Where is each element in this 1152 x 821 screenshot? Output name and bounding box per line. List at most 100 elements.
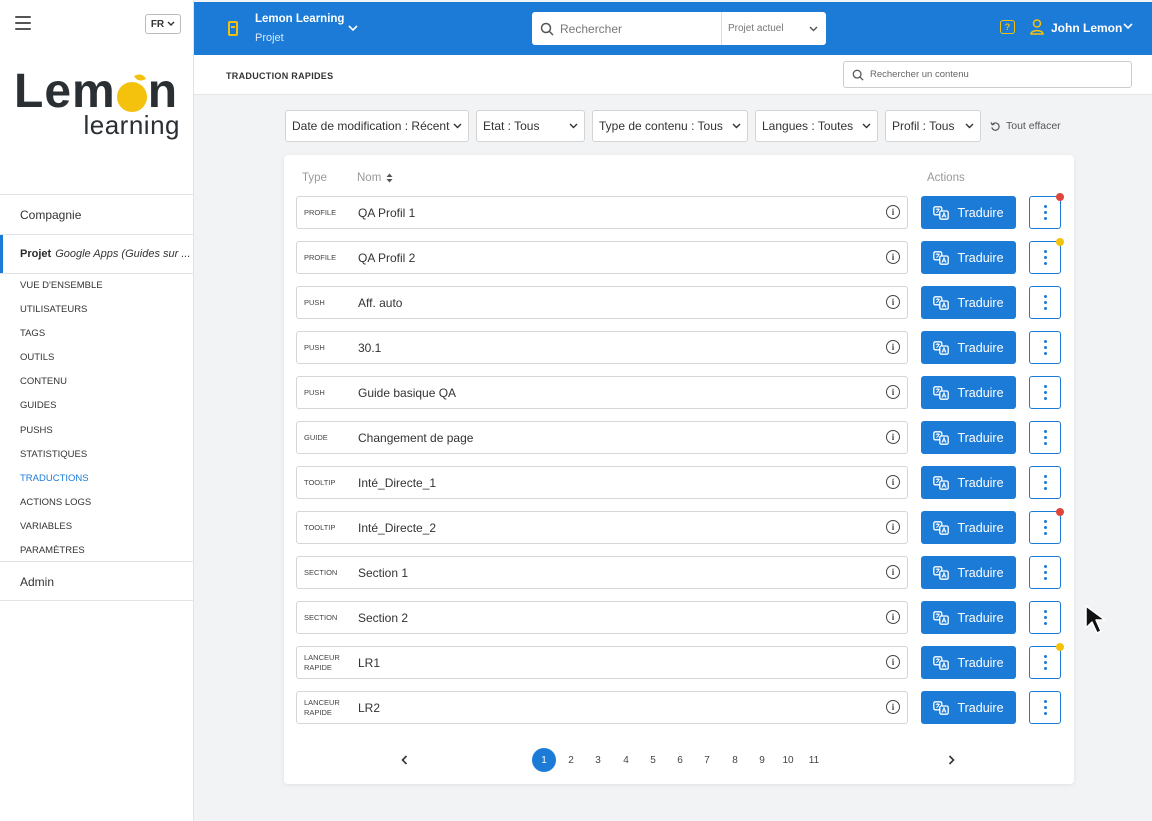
more-actions-button[interactable] xyxy=(1029,601,1061,634)
page-number[interactable]: 3 xyxy=(586,748,610,772)
sidebar-menu-item[interactable]: PUSHS xyxy=(20,424,103,448)
page-number[interactable]: 9 xyxy=(750,748,774,772)
sidebar-menu-item[interactable]: OUTILS xyxy=(20,351,103,375)
translate-button[interactable]: Traduire xyxy=(921,376,1016,409)
help-chat-icon[interactable]: ? xyxy=(1000,20,1015,34)
translate-button[interactable]: Traduire xyxy=(921,601,1016,634)
kebab-dot xyxy=(1043,487,1047,490)
translate-button[interactable]: Traduire xyxy=(921,646,1016,679)
more-actions-button[interactable] xyxy=(1029,421,1061,454)
content-search-input[interactable]: Rechercher un contenu xyxy=(843,61,1132,88)
info-icon[interactable]: i xyxy=(886,205,900,219)
sidebar-item-company[interactable]: Compagnie xyxy=(20,208,81,222)
column-header-name[interactable]: Nom xyxy=(357,172,393,184)
sidebar-menu-item[interactable]: ACTIONS LOGS xyxy=(20,496,103,520)
more-actions-button[interactable] xyxy=(1029,556,1061,589)
translate-icon xyxy=(933,700,950,715)
sidebar-menu-item[interactable]: UTILISATEURS xyxy=(20,303,103,327)
sidebar-menu-item[interactable]: VUE D'ENSEMBLE xyxy=(20,279,103,303)
kebab-dot xyxy=(1043,610,1047,613)
page-number[interactable]: 1 xyxy=(532,748,556,772)
project-switcher-name[interactable]: Lemon Learning xyxy=(255,13,344,25)
search-icon xyxy=(540,22,554,36)
language-selector[interactable]: FR xyxy=(145,14,181,34)
translate-button[interactable]: Traduire xyxy=(921,691,1016,724)
info-icon[interactable]: i xyxy=(886,655,900,669)
sidebar-menu-item[interactable]: CONTENU xyxy=(20,375,103,399)
translate-button[interactable]: Traduire xyxy=(921,466,1016,499)
sidebar-menu-item[interactable]: STATISTIQUES xyxy=(20,448,103,472)
chevron-down-icon[interactable] xyxy=(348,21,358,35)
info-icon[interactable]: i xyxy=(886,295,900,309)
sidebar-menu-item[interactable]: PARAMÈTRES xyxy=(20,544,103,568)
sidebar-menu-item[interactable]: TAGS xyxy=(20,327,103,351)
page-number[interactable]: 7 xyxy=(695,748,719,772)
more-actions-button[interactable] xyxy=(1029,376,1061,409)
translate-button[interactable]: Traduire xyxy=(921,511,1016,544)
sidebar-menu-item[interactable]: TRADUCTIONS xyxy=(20,472,103,496)
global-search: Rechercher Projet actuel xyxy=(532,12,826,45)
info-icon[interactable]: i xyxy=(886,385,900,399)
filter-content-type-select[interactable]: Type de contenu : Tous xyxy=(592,110,748,142)
kebab-dot xyxy=(1043,385,1047,388)
global-search-input[interactable]: Rechercher xyxy=(532,12,722,45)
translate-button-label: Traduire xyxy=(957,610,1004,625)
more-actions-button[interactable] xyxy=(1029,508,1064,544)
translate-button[interactable]: Traduire xyxy=(921,196,1016,229)
page-number[interactable]: 8 xyxy=(723,748,747,772)
page-number[interactable]: 5 xyxy=(641,748,665,772)
mouse-cursor-icon xyxy=(1085,605,1106,634)
search-scope-select[interactable]: Projet actuel xyxy=(722,12,826,45)
filter-date-select[interactable]: Date de modification : Récent xyxy=(285,110,469,142)
page-number[interactable]: 11 xyxy=(802,748,826,772)
translate-button[interactable]: Traduire xyxy=(921,556,1016,589)
info-icon[interactable]: i xyxy=(886,520,900,534)
divider xyxy=(0,561,194,562)
translate-button[interactable]: Traduire xyxy=(921,331,1016,364)
status-dot xyxy=(1056,508,1064,516)
filter-languages-select[interactable]: Langues : Toutes xyxy=(755,110,878,142)
kebab-dot xyxy=(1043,295,1047,298)
divider xyxy=(0,273,194,274)
sidebar-item-admin[interactable]: Admin xyxy=(20,575,54,589)
user-icon[interactable] xyxy=(1030,19,1044,35)
sidebar-item-project[interactable]: Projet Google Apps (Guides sur ... xyxy=(0,235,193,273)
hamburger-menu-icon[interactable] xyxy=(15,16,31,30)
page-number[interactable]: 2 xyxy=(559,748,583,772)
translate-button[interactable]: Traduire xyxy=(921,241,1016,274)
info-icon[interactable]: i xyxy=(886,340,900,354)
filter-profile-select[interactable]: Profil : Tous xyxy=(885,110,981,142)
filter-label: Profil : Tous xyxy=(892,119,955,133)
column-header-actions: Actions xyxy=(927,172,965,184)
kebab-dot xyxy=(1043,397,1047,400)
next-page-chevron-right-icon[interactable] xyxy=(948,748,955,772)
filter-state-select[interactable]: Etat : Tous xyxy=(476,110,585,142)
chevron-down-icon[interactable] xyxy=(1123,21,1133,33)
table-row: PROFILE QA Profil 2 i xyxy=(296,241,908,274)
more-actions-button[interactable] xyxy=(1029,466,1061,499)
more-actions-button[interactable] xyxy=(1029,643,1064,679)
user-menu-name[interactable]: John Lemon xyxy=(1051,21,1122,35)
info-icon[interactable]: i xyxy=(886,700,900,714)
page-number[interactable]: 10 xyxy=(776,748,800,772)
table-row: PUSH Guide basique QA i xyxy=(296,376,908,409)
info-icon[interactable]: i xyxy=(886,565,900,579)
translate-button[interactable]: Traduire xyxy=(921,421,1016,454)
more-actions-button[interactable] xyxy=(1029,691,1061,724)
sidebar-menu-item[interactable]: VARIABLES xyxy=(20,520,103,544)
translate-button[interactable]: Traduire xyxy=(921,286,1016,319)
page-number[interactable]: 6 xyxy=(668,748,692,772)
more-actions-button[interactable] xyxy=(1029,193,1064,229)
info-icon[interactable]: i xyxy=(886,250,900,264)
previous-page-chevron-left-icon[interactable] xyxy=(401,748,408,772)
more-actions-button[interactable] xyxy=(1029,238,1064,274)
info-icon[interactable]: i xyxy=(886,475,900,489)
table-row: LANCEUR RAPIDE LR2 i xyxy=(296,691,908,724)
more-actions-button[interactable] xyxy=(1029,286,1061,319)
sidebar-menu-item[interactable]: GUIDES xyxy=(20,399,103,423)
info-icon[interactable]: i xyxy=(886,430,900,444)
info-icon[interactable]: i xyxy=(886,610,900,624)
clear-all-filters-button[interactable]: Tout effacer xyxy=(990,120,1061,132)
more-actions-button[interactable] xyxy=(1029,331,1061,364)
page-number[interactable]: 4 xyxy=(614,748,638,772)
